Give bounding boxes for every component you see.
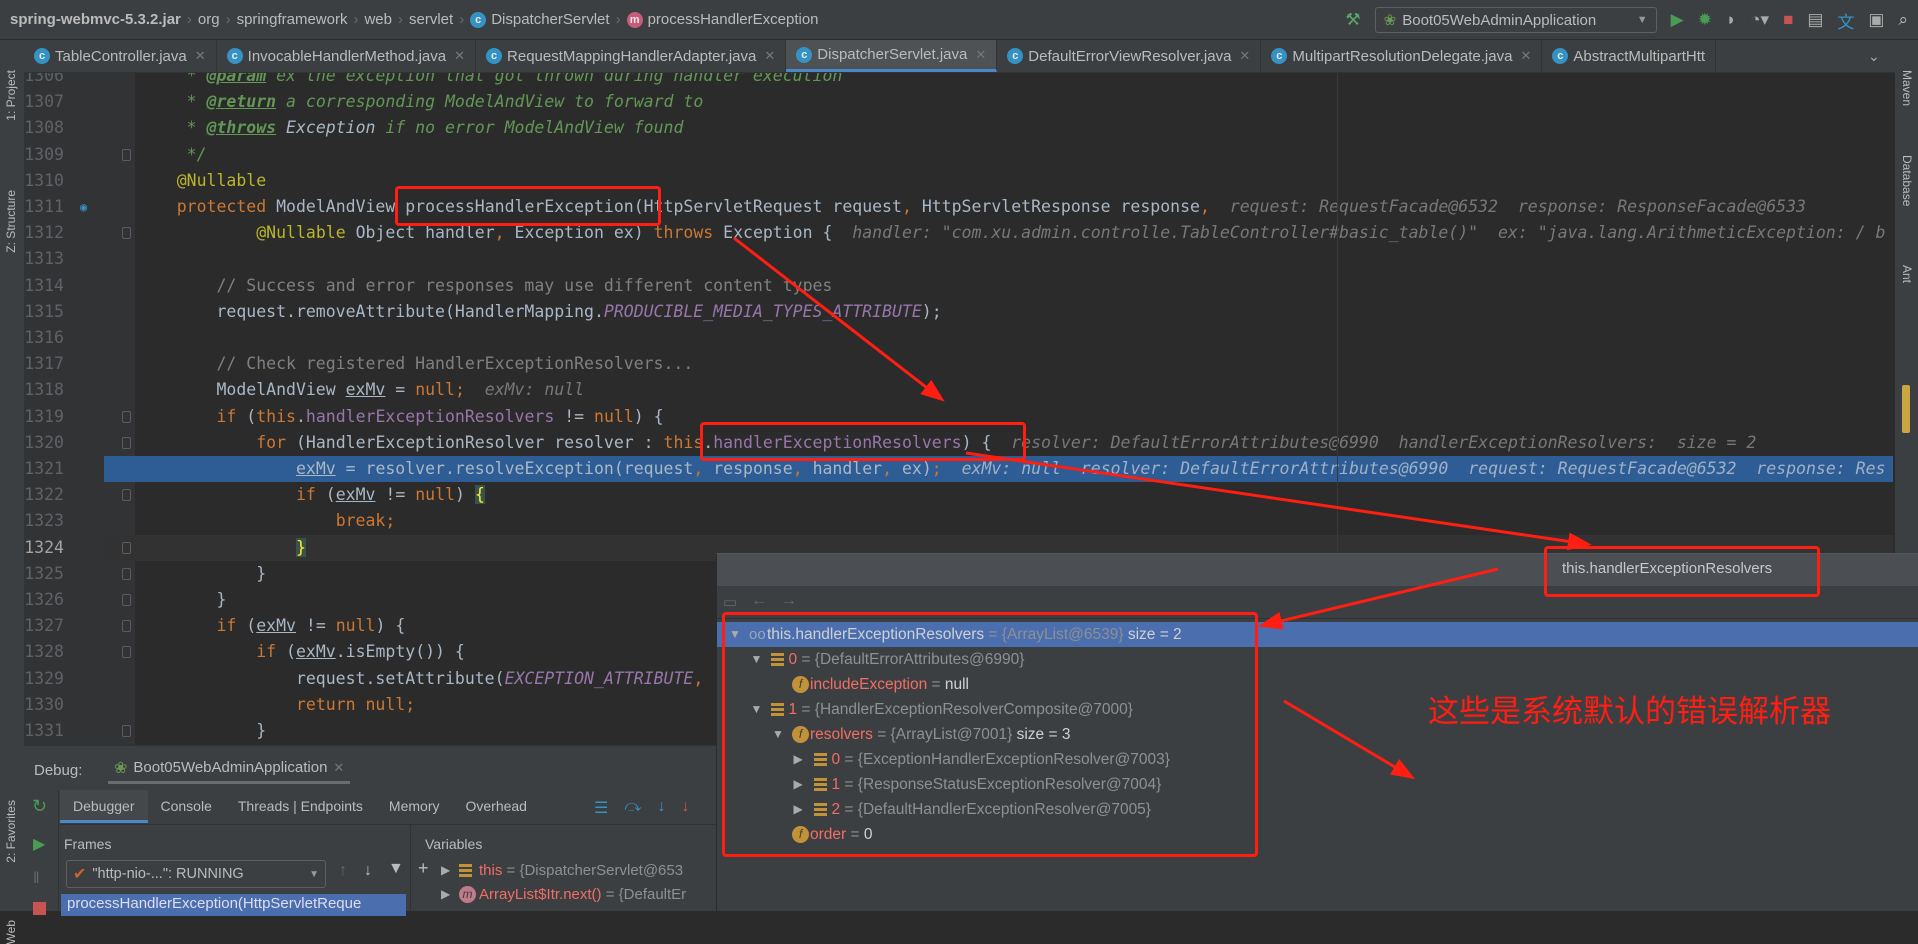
arrow-1 bbox=[733, 236, 945, 402]
arrow-2 bbox=[965, 451, 1592, 551]
arrow-3 bbox=[1258, 567, 1499, 630]
annotation-note: 这些是系统默认的错误解析器 bbox=[1428, 694, 1831, 729]
annotation-arrows bbox=[733, 236, 1592, 780]
web-tool-button[interactable]: Web bbox=[4, 920, 18, 944]
arrow-4 bbox=[1283, 699, 1416, 780]
